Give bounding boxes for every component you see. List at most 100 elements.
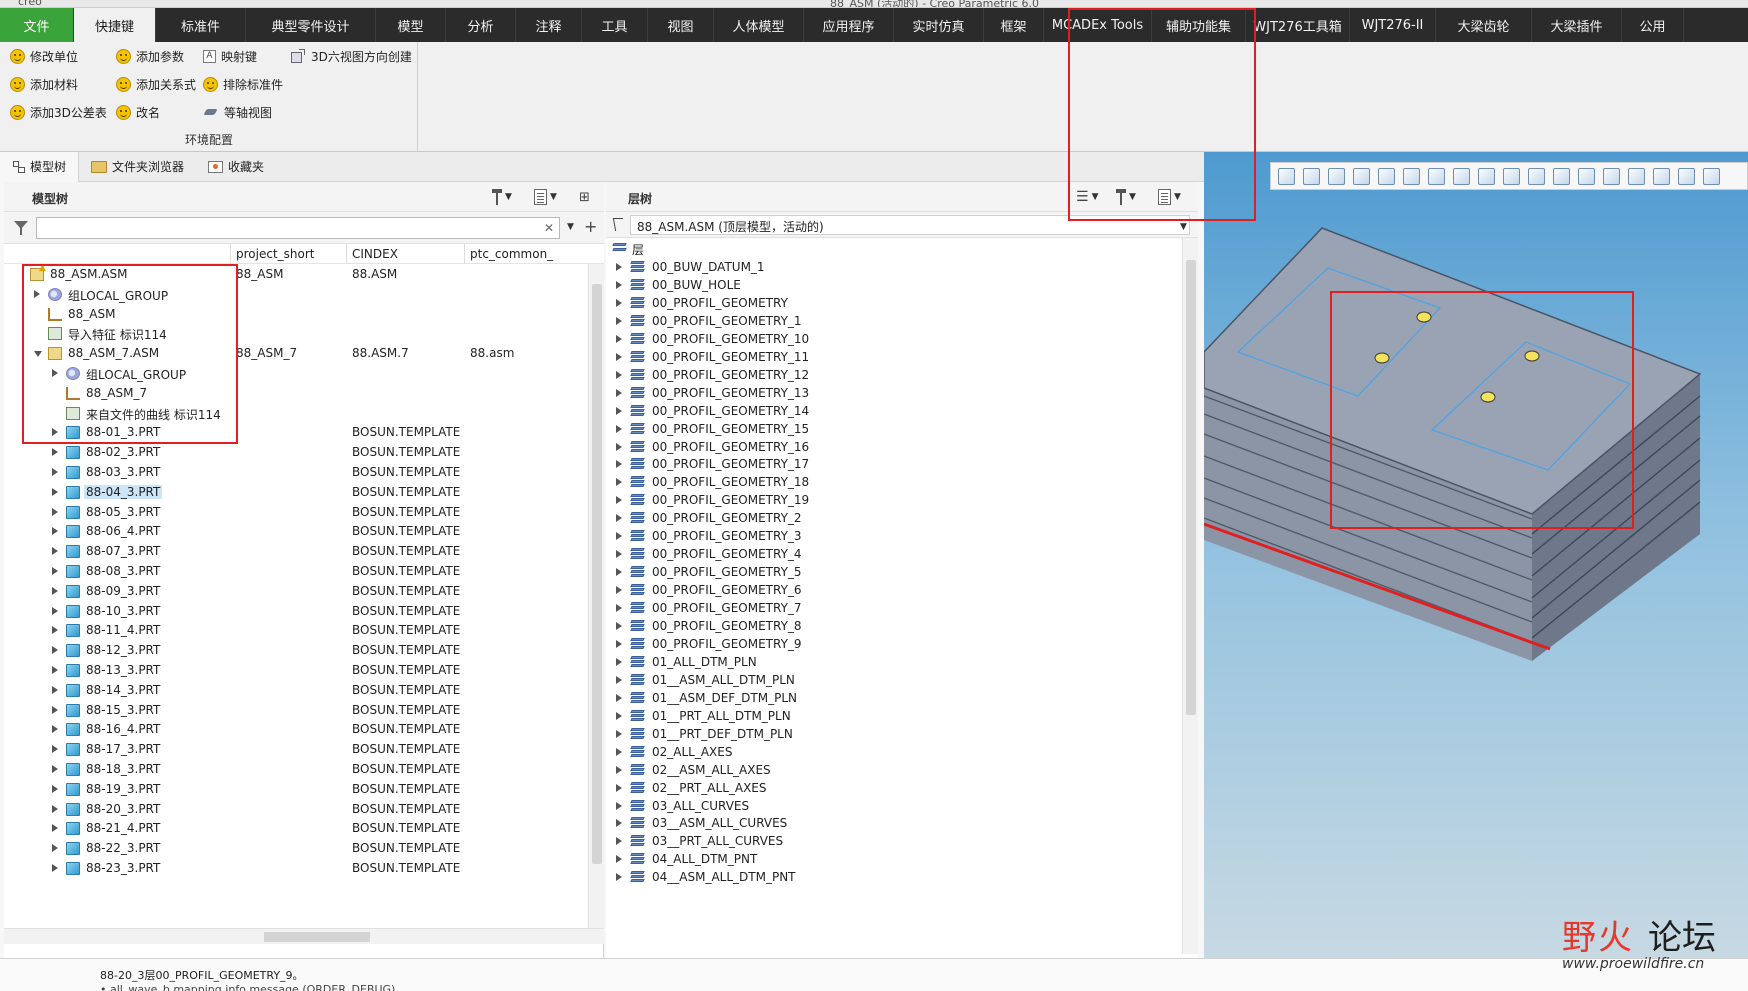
tab-favorites[interactable]: 收藏夹 — [196, 152, 276, 182]
tab-19[interactable]: 公用 — [1622, 8, 1684, 42]
tree-row[interactable]: 88-18_3.PRT BOSUN.TEMPLATE — [4, 759, 588, 781]
tab-4[interactable]: 模型 — [376, 8, 446, 42]
tab-14[interactable]: 辅助功能集 — [1152, 8, 1246, 42]
expand-arrow-icon[interactable] — [616, 352, 622, 361]
expand-arrow-icon[interactable] — [52, 784, 58, 793]
tree-row[interactable]: 88-07_3.PRT BOSUN.TEMPLATE — [4, 541, 588, 563]
tree-row[interactable]: 88-19_3.PRT BOSUN.TEMPLATE — [4, 779, 588, 801]
tree-row[interactable]: ▲ 88_ASM.ASM 88_ASM 88.ASM — [4, 264, 588, 286]
expand-arrow-icon[interactable] — [616, 370, 622, 379]
expand-arrow-icon[interactable] — [616, 657, 622, 666]
expand-arrow-icon[interactable] — [616, 388, 622, 397]
clear-search-icon[interactable]: ✕ — [544, 221, 554, 235]
expand-arrow-icon[interactable] — [52, 487, 58, 496]
tab-8[interactable]: 视图 — [648, 8, 714, 42]
expand-arrow-icon[interactable] — [52, 685, 58, 694]
repaint-icon[interactable] — [1353, 167, 1370, 185]
render-icon[interactable] — [1703, 167, 1720, 185]
expand-arrow-icon[interactable] — [52, 646, 58, 655]
column-divider[interactable] — [346, 244, 347, 264]
expand-arrow-icon[interactable] — [52, 705, 58, 714]
tab-3[interactable]: 典型零件设计 — [246, 8, 376, 42]
plane-display-icon[interactable] — [1528, 167, 1545, 185]
expand-arrow-icon[interactable] — [52, 606, 58, 615]
tree-filter-button[interactable]: ⊞ — [579, 187, 590, 207]
expand-arrow-icon[interactable] — [616, 711, 622, 720]
expand-arrow-icon[interactable] — [616, 837, 622, 846]
tree-row[interactable]: 88-02_3.PRT BOSUN.TEMPLATE — [4, 442, 588, 464]
tree-row[interactable]: 88-17_3.PRT BOSUN.TEMPLATE — [4, 739, 588, 761]
expand-arrow-icon[interactable] — [616, 263, 622, 271]
expand-arrow-icon[interactable] — [616, 442, 622, 451]
scrollbar-thumb[interactable] — [592, 284, 602, 864]
expand-arrow-icon[interactable] — [616, 406, 622, 415]
tab-model-tree[interactable]: 模型树 — [0, 151, 80, 182]
expand-arrow-icon[interactable] — [616, 478, 622, 487]
select-cursor-icon[interactable] — [612, 218, 626, 231]
tree-row[interactable]: 88_ASM_7.ASM 88_ASM_7 88.ASM.7 88.asm — [4, 343, 588, 365]
expand-arrow-icon[interactable] — [616, 334, 622, 343]
tab-1[interactable]: 快捷键 — [74, 8, 156, 42]
expand-arrow-icon[interactable] — [52, 725, 58, 734]
expand-arrow-icon[interactable] — [616, 298, 622, 307]
expand-arrow-icon[interactable] — [52, 547, 58, 556]
expand-arrow-icon[interactable] — [616, 819, 622, 828]
expand-arrow-icon[interactable] — [616, 532, 622, 541]
expand-arrow-icon[interactable] — [52, 666, 58, 674]
tab-10[interactable]: 应用程序 — [804, 8, 894, 42]
six-views-button[interactable]: 3D六视图方向创建 — [290, 46, 412, 66]
expand-arrow-icon[interactable] — [52, 369, 58, 377]
scrollbar-thumb[interactable] — [264, 932, 370, 942]
expand-arrow-icon[interactable] — [52, 804, 58, 813]
zoom-out-icon[interactable] — [1328, 167, 1345, 185]
tab-16[interactable]: WJT276-II — [1350, 8, 1436, 42]
modify-units-button[interactable]: 修改单位 — [10, 46, 78, 66]
tab-18[interactable]: 大梁插件 — [1532, 8, 1622, 42]
expand-arrow-icon[interactable] — [616, 693, 622, 702]
tree-row[interactable]: 88-14_3.PRT BOSUN.TEMPLATE — [4, 680, 588, 702]
model-tree-search-input[interactable] — [36, 217, 560, 239]
scrollbar-thumb[interactable] — [1186, 260, 1196, 715]
graphics-viewport[interactable] — [1204, 152, 1748, 958]
expand-arrow-icon[interactable] — [52, 824, 58, 833]
expand-arrow-icon[interactable] — [52, 567, 58, 575]
expand-arrow-icon[interactable] — [616, 550, 622, 559]
expand-arrow-icon[interactable] — [52, 448, 58, 457]
exclude-standard-button[interactable]: 排除标准件 — [203, 74, 283, 94]
add-3d-tolerance-button[interactable]: 添加3D公差表 — [10, 102, 107, 122]
collapse-arrow-icon[interactable] — [34, 351, 42, 358]
expand-arrow-icon[interactable] — [52, 507, 58, 516]
add-parameter-button[interactable]: 添加参数 — [116, 46, 184, 66]
point-display-icon[interactable] — [1578, 167, 1595, 185]
expand-arrow-icon[interactable] — [616, 639, 622, 648]
view-manager-icon[interactable] — [1428, 167, 1445, 185]
saved-orientations-icon[interactable] — [1403, 167, 1420, 185]
expand-arrow-icon[interactable] — [34, 289, 40, 298]
tree-row[interactable]: 88-13_3.PRT BOSUN.TEMPLATE — [4, 660, 588, 682]
expand-arrow-icon[interactable] — [52, 527, 58, 536]
expand-arrow-icon[interactable] — [52, 864, 58, 872]
expand-arrow-icon[interactable] — [616, 622, 622, 630]
axis-display-icon[interactable] — [1553, 167, 1570, 185]
expand-arrow-icon[interactable] — [616, 675, 622, 684]
tree-row[interactable]: 88-05_3.PRT BOSUN.TEMPLATE — [4, 502, 588, 524]
tree-row[interactable]: 导入特征 标识114 — [4, 323, 588, 345]
tab-0[interactable]: 文件 — [0, 8, 74, 42]
filter-icon[interactable] — [14, 221, 28, 235]
tree-row[interactable]: 88-21_4.PRT BOSUN.TEMPLATE — [4, 818, 588, 840]
tab-9[interactable]: 人体模型 — [714, 8, 804, 42]
tree-row[interactable]: 组LOCAL_GROUP — [4, 284, 588, 306]
chevron-down-icon[interactable]: ▼ — [567, 222, 574, 232]
tab-6[interactable]: 注释 — [516, 8, 582, 42]
tree-row[interactable]: 88-09_3.PRT BOSUN.TEMPLATE — [4, 581, 588, 603]
tab-7[interactable]: 工具 — [582, 8, 648, 42]
expand-arrow-icon[interactable] — [616, 424, 622, 433]
annotation-display-icon[interactable] — [1628, 167, 1645, 185]
expand-arrow-icon[interactable] — [52, 586, 58, 595]
expand-arrow-icon[interactable] — [616, 729, 622, 738]
rename-button[interactable]: 改名 — [116, 102, 160, 122]
expand-arrow-icon[interactable] — [616, 460, 622, 469]
tab-15[interactable]: WJT276工具箱 — [1246, 8, 1350, 42]
expand-arrow-icon[interactable] — [616, 586, 622, 595]
tree-row[interactable]: 88-04_3.PRT BOSUN.TEMPLATE — [4, 482, 588, 504]
